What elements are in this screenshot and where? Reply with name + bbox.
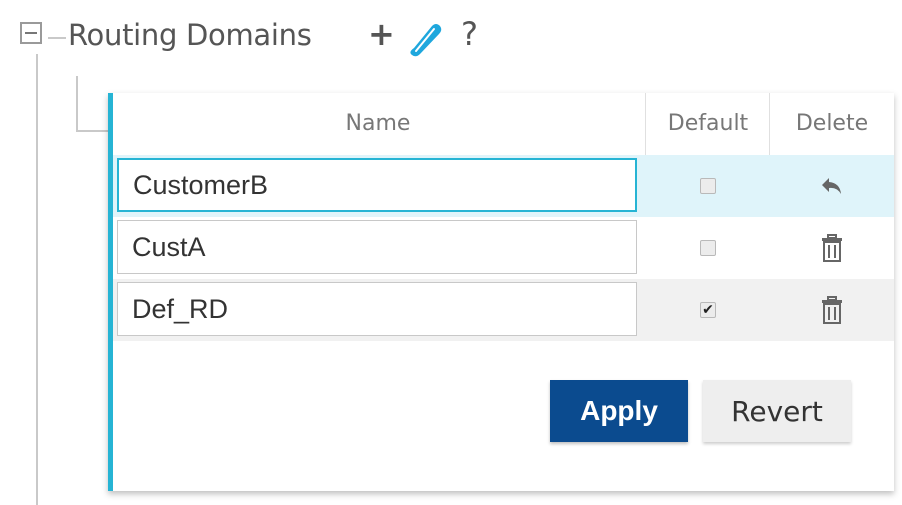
tree-connector [48,37,66,39]
routing-domains-panel: Name Default Delete CustomerB CustA Def_… [108,93,894,491]
domain-name-input[interactable] [117,220,637,274]
column-header-default: Default [667,111,749,136]
add-button[interactable]: + [368,18,395,50]
tree-child-line [76,76,78,132]
default-cell [647,155,769,217]
help-button[interactable]: ? [461,18,478,50]
table-row [113,217,894,279]
default-checkbox[interactable] [700,178,716,194]
delete-cell [771,155,893,217]
edit-pencil-icon[interactable] [406,18,446,58]
column-divider [769,93,770,155]
tree-child-connector [76,130,108,132]
table-header: Name Default Delete [113,93,894,156]
trash-icon[interactable] [821,296,843,324]
collapse-toggle[interactable] [20,22,42,44]
default-checkbox-checked[interactable]: ✔ [700,302,716,318]
trash-icon[interactable] [821,234,843,262]
table-row: ✔ [113,279,894,341]
tree-line [36,54,38,505]
column-header-name: Name [345,111,411,136]
default-checkbox[interactable] [700,240,716,256]
domain-name-input[interactable] [117,282,637,336]
delete-cell [771,279,893,341]
default-cell: ✔ [647,279,769,341]
section-title: Routing Domains [68,18,312,52]
revert-button[interactable]: Revert [703,380,851,442]
delete-cell [771,217,893,279]
column-divider [645,93,646,155]
default-cell [647,217,769,279]
apply-button[interactable]: Apply [550,380,688,442]
minus-icon [25,32,37,34]
column-header-delete: Delete [795,111,869,136]
table-row [113,155,894,217]
domain-name-input[interactable] [117,158,637,212]
undo-icon[interactable] [820,176,844,196]
